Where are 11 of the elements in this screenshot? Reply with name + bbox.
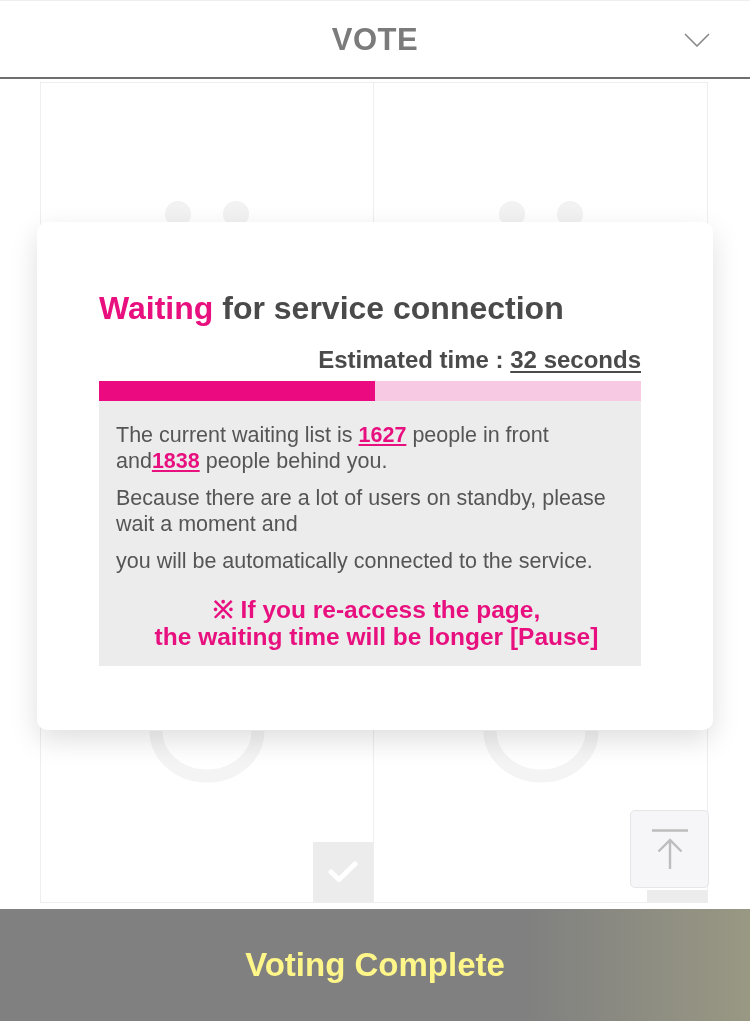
back-to-top-button[interactable]	[630, 810, 709, 888]
voting-complete-button[interactable]: Voting Complete	[0, 909, 750, 1021]
arrow-up-to-line-icon	[650, 828, 689, 870]
info-paragraph: Because there are a lot of users on standby, please wait a moment and	[116, 485, 607, 537]
info-paragraph: you will be automatically connected to the service.	[116, 548, 594, 574]
info-paragraph: The current waiting list is 1627 people in front and1838 people behind you.	[116, 422, 550, 474]
page-title: VOTE	[331, 23, 419, 55]
chevron-down-icon[interactable]	[684, 33, 710, 47]
modal-title: Waiting for service connection	[99, 289, 565, 328]
notice-text: ※ If you re-access the page, the waiting time will be longer [Pause]	[153, 596, 600, 650]
estimated-time-text: Estimated time : 32 seconds	[318, 345, 641, 375]
